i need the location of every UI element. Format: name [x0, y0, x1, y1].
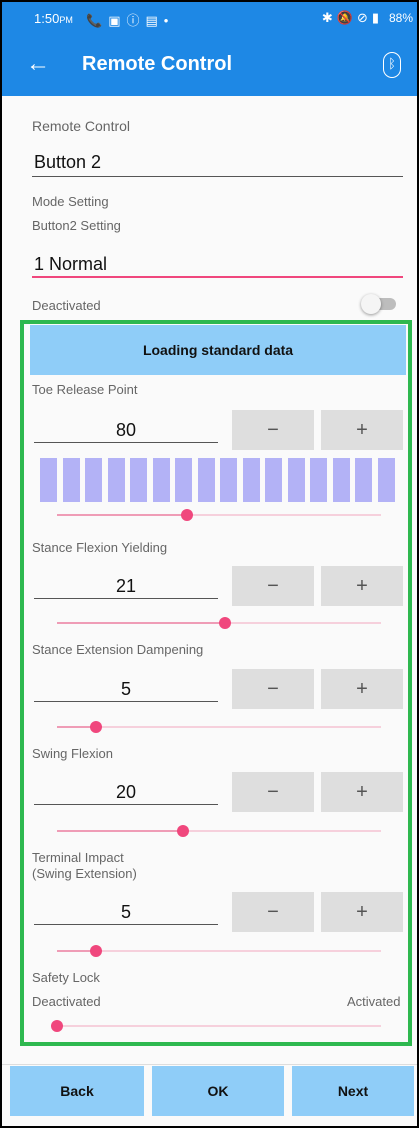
param-value-terminal[interactable]: 5: [34, 902, 218, 923]
bottom-divider: [2, 1064, 417, 1065]
status-bar: 1:50PM 📞▣ⓘ▤• ✱🔕⊘▮ 88%: [2, 2, 417, 36]
slider-fill-toe: [57, 514, 187, 516]
param-value-toe[interactable]: 80: [34, 420, 218, 441]
toe-release-bar: [220, 458, 237, 502]
back-button[interactable]: Back: [10, 1066, 144, 1116]
minus-button-stance-flex[interactable]: −: [232, 566, 314, 606]
toe-release-bar: [107, 458, 125, 502]
mode-setting-label: Mode Setting: [32, 194, 109, 209]
plus-button-terminal[interactable]: +: [321, 892, 403, 932]
toe-release-bar: [310, 458, 327, 502]
arrow-left-icon[interactable]: ←: [26, 50, 50, 78]
bluetooth-icon: ✱: [321, 10, 337, 25]
battery-level: 88%: [388, 11, 413, 25]
button-select-underline: [32, 176, 403, 177]
safety-lock-deactivated-label: Deactivated: [32, 994, 101, 1009]
battery-icon: ▮: [371, 10, 383, 25]
status-left-icons: 📞▣ⓘ▤•: [86, 10, 174, 29]
slider-thumb-terminal[interactable]: [89, 945, 102, 957]
slider-track-stance-ext[interactable]: [57, 726, 381, 728]
toe-release-bars: [40, 458, 400, 502]
slider-thumb-stance-ext[interactable]: [89, 721, 102, 733]
toe-release-bar: [130, 458, 147, 502]
slider-track-terminal[interactable]: [57, 950, 381, 952]
toe-release-bar: [377, 458, 395, 502]
param-value-stance-ext[interactable]: 5: [34, 679, 218, 700]
bluetooth-icon[interactable]: ᛒ: [383, 52, 401, 78]
status-time: 1:50PM: [34, 11, 73, 26]
param-underline-terminal: [34, 924, 218, 925]
load-standard-data-button[interactable]: Loading standard data: [30, 325, 406, 375]
plus-button-stance-flex[interactable]: +: [321, 566, 403, 606]
param-value-stance-flex[interactable]: 21: [34, 576, 218, 597]
ok-button[interactable]: OK: [152, 1066, 284, 1116]
param-underline-toe: [34, 442, 218, 443]
phone-icon: 📞: [86, 13, 109, 28]
param-value-swing-flex[interactable]: 20: [34, 782, 218, 803]
toe-release-bar: [85, 458, 102, 502]
plus-button-toe[interactable]: +: [321, 410, 403, 450]
page-title: Remote Control: [82, 53, 232, 75]
toe-release-bar: [242, 458, 260, 502]
image-icon: ▣: [108, 13, 127, 28]
safety-lock-label: Safety Lock: [32, 970, 100, 985]
param-label-stance-flex: Stance Flexion Yielding: [32, 540, 168, 555]
param-label-toe: Toe Release Point: [32, 382, 138, 397]
toe-release-bar: [62, 458, 80, 502]
toe-release-bar: [175, 458, 192, 502]
toe-release-bar: [265, 458, 282, 502]
app-bar: ← Remote Control ᛒ: [2, 36, 417, 96]
button-select-value[interactable]: Button 2: [34, 152, 101, 173]
minus-button-swing-flex[interactable]: −: [232, 772, 314, 812]
deactivated-label: Deactivated: [32, 298, 101, 313]
param-label-stance-ext: Stance Extension Dampening: [32, 642, 204, 657]
mode-select-underline: [32, 276, 403, 278]
minus-button-toe[interactable]: −: [232, 410, 314, 450]
dot-icon: •: [163, 13, 175, 28]
toe-release-bar: [332, 458, 350, 502]
plus-button-stance-ext[interactable]: +: [321, 669, 403, 709]
toe-release-bar: [197, 458, 215, 502]
param-label-terminal-sub: (Swing Extension): [32, 866, 137, 881]
button-setting-label: Button2 Setting: [32, 218, 121, 233]
info-icon: ⓘ: [126, 13, 146, 28]
toe-release-bar: [152, 458, 170, 502]
param-underline-stance-flex: [34, 598, 218, 599]
safety-lock-slider-thumb[interactable]: [51, 1020, 63, 1032]
slider-thumb-toe[interactable]: [180, 509, 193, 521]
deactivated-toggle-knob[interactable]: [361, 294, 381, 314]
status-right-icons: ✱🔕⊘▮: [322, 10, 383, 26]
toe-release-bar: [355, 458, 372, 502]
minus-button-terminal[interactable]: −: [232, 892, 314, 932]
param-label-swing-flex: Swing Flexion: [32, 746, 113, 761]
toe-release-bar: [40, 458, 57, 502]
param-label-terminal: Terminal Impact: [32, 850, 124, 865]
param-underline-stance-ext: [34, 701, 218, 702]
slider-fill-swing-flex: [57, 830, 184, 832]
mute-icon: 🔕: [336, 10, 357, 25]
slider-fill-stance-flex: [57, 622, 226, 624]
safety-lock-activated-label: Activated: [347, 994, 401, 1009]
calendar-icon: ▤: [145, 13, 164, 28]
no-sim-icon: ⊘: [356, 10, 372, 25]
plus-button-swing-flex[interactable]: +: [321, 772, 403, 812]
minus-button-stance-ext[interactable]: −: [232, 669, 314, 709]
safety-lock-slider-track[interactable]: [57, 1025, 381, 1027]
param-underline-swing-flex: [34, 804, 218, 805]
next-button[interactable]: Next: [292, 1066, 414, 1116]
app-frame: 1:50PM 📞▣ⓘ▤• ✱🔕⊘▮ 88% ← Remote Control ᛒ…: [0, 0, 419, 1128]
toe-release-bar: [287, 458, 305, 502]
mode-select-value[interactable]: 1 Normal: [34, 254, 107, 275]
remote-control-label: Remote Control: [32, 118, 131, 134]
